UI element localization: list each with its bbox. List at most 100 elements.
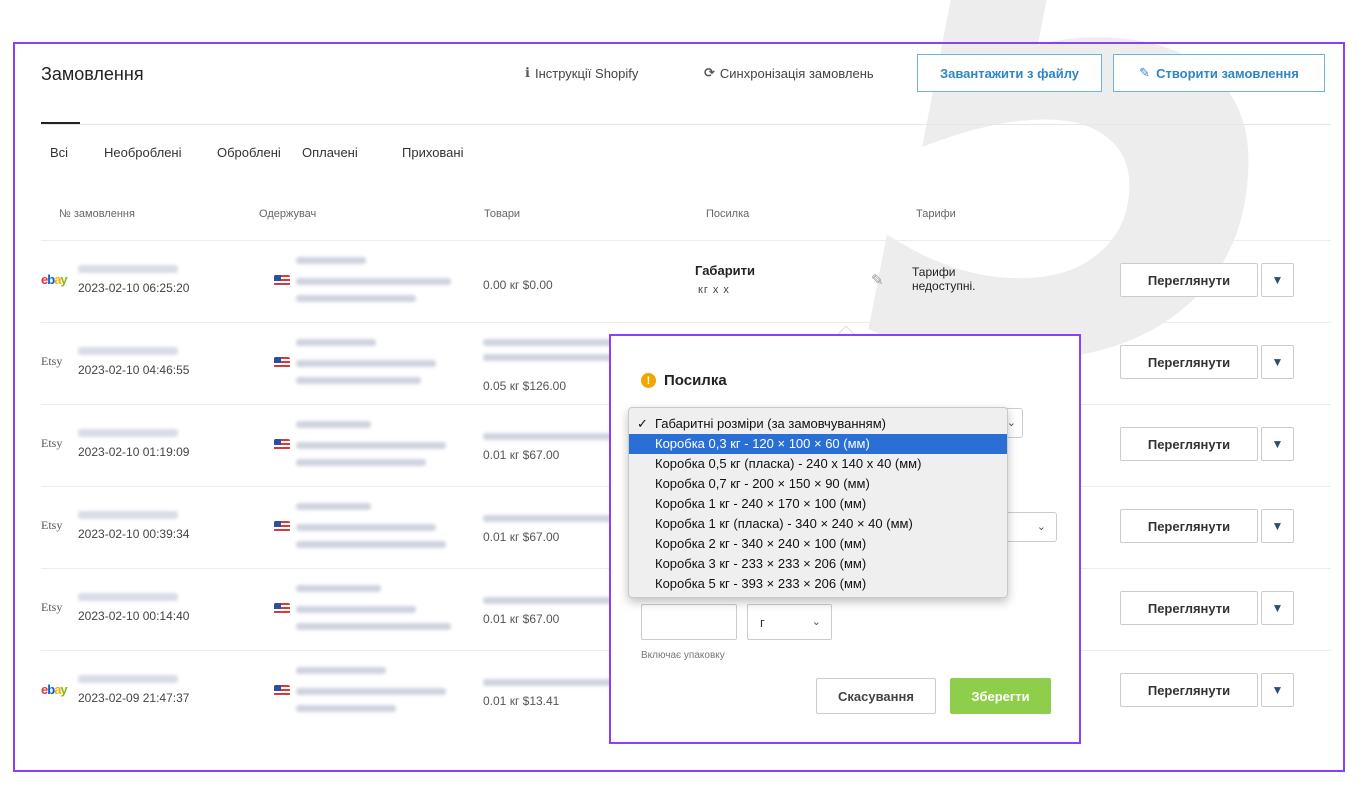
tab-paid[interactable]: Оплачені: [302, 145, 358, 160]
create-order-button[interactable]: ✎ Створити замовлення: [1113, 54, 1325, 92]
recipient-address-blurred: [296, 688, 446, 695]
column-header-parcel: Посилка: [706, 208, 750, 220]
tab-all[interactable]: Всі: [50, 145, 68, 160]
dropdown-option[interactable]: Коробка 0,5 кг (пласка) - 240 х 140 х 40…: [629, 454, 1007, 474]
recipient-address-blurred: [296, 442, 446, 449]
ebay-logo: ebay: [41, 682, 68, 697]
upload-from-file-button[interactable]: Завантажити з файлу: [917, 54, 1102, 92]
us-flag-icon: [274, 439, 290, 450]
dropdown-option[interactable]: Коробка 5 кг - 393 × 233 × 206 (мм): [629, 574, 1007, 594]
chevron-down-icon[interactable]: ▼: [1261, 673, 1294, 707]
weight-input[interactable]: [641, 604, 737, 640]
recipient-address-blurred: [296, 606, 416, 613]
order-date: 2023-02-10 00:14:40: [78, 609, 190, 623]
etsy-logo: Etsy: [41, 518, 63, 532]
dropdown-option[interactable]: Коробка 1 кг - 240 × 170 × 100 (мм): [629, 494, 1007, 514]
recipient-address-blurred: [296, 541, 446, 548]
upload-from-file-label: Завантажити з файлу: [939, 65, 1080, 81]
parcel-units: кг х х: [698, 284, 730, 296]
goods-title-blurred: [483, 339, 613, 346]
chevron-down-icon[interactable]: ▼: [1261, 345, 1294, 379]
active-tab-indicator: [41, 122, 80, 124]
popover-title: ! Посилка: [641, 372, 727, 389]
chevron-down-icon: ⌄: [811, 616, 821, 628]
popover-title-label: Посилка: [664, 372, 727, 389]
pencil-icon[interactable]: ✎: [871, 271, 884, 289]
weight-unit-value: г: [760, 615, 765, 630]
dropdown-option[interactable]: Коробка 1 кг (пласка) - 340 × 240 × 40 (…: [629, 514, 1007, 534]
tariff-unavailable-text: Тарифи недоступні.: [912, 265, 976, 293]
etsy-logo: Etsy: [41, 436, 63, 450]
order-number-blurred: [78, 265, 178, 273]
column-header-tariffs: Тарифи: [916, 208, 956, 220]
dropdown-option[interactable]: Коробка 3 кг - 233 × 233 × 206 (мм): [629, 554, 1007, 574]
page-title: Замовлення: [41, 64, 144, 84]
recipient-address-blurred: [296, 459, 426, 466]
order-number-blurred: [78, 511, 178, 519]
us-flag-icon: [274, 357, 290, 368]
dropdown-option[interactable]: Коробка 0,7 кг - 200 × 150 × 90 (мм): [629, 474, 1007, 494]
goods-weight-price: 0.01 кг $67.00: [483, 530, 560, 544]
goods-title-blurred: [483, 679, 613, 686]
order-date: 2023-02-10 04:46:55: [78, 363, 190, 377]
chevron-down-icon[interactable]: ▼: [1261, 263, 1294, 297]
view-order-button[interactable]: Переглянути: [1120, 509, 1258, 543]
ebay-logo: ebay: [41, 272, 68, 287]
dropdown-option-highlighted[interactable]: Коробка 0,3 кг - 120 × 100 × 60 (мм): [629, 434, 1007, 454]
sync-icon: ⟳: [704, 65, 715, 80]
dropdown-option[interactable]: ✓ Габаритні розміри (за замовчуванням): [629, 414, 1007, 434]
order-number-blurred: [78, 429, 178, 437]
package-type-dropdown-list: ✓ Габаритні розміри (за замовчуванням) К…: [628, 407, 1008, 598]
shopify-instructions-link[interactable]: ℹ Інструкції Shopify: [525, 65, 638, 81]
order-date: 2023-02-10 00:39:34: [78, 527, 190, 541]
view-order-button[interactable]: Переглянути: [1120, 263, 1258, 297]
chevron-down-icon[interactable]: ▼: [1261, 591, 1294, 625]
view-order-button[interactable]: Переглянути: [1120, 591, 1258, 625]
shopify-instructions-label: Інструкції Shopify: [534, 65, 639, 81]
view-order-button[interactable]: Переглянути: [1120, 427, 1258, 461]
order-number-blurred: [78, 593, 178, 601]
table-row: ebay 2023-02-10 06:25:20 0.00 кг $0.00 Г…: [41, 240, 1331, 322]
recipient-address-blurred: [296, 278, 451, 285]
recipient-name-blurred: [296, 339, 376, 346]
view-order-button[interactable]: Переглянути: [1120, 673, 1258, 707]
goods-weight-price: 0.01 кг $67.00: [483, 612, 560, 626]
goods-weight-price: 0.00 кг $0.00: [483, 278, 553, 292]
recipient-name-blurred: [296, 667, 386, 674]
recipient-name-blurred: [296, 421, 371, 428]
order-date: 2023-02-10 01:19:09: [78, 445, 190, 459]
tabs-divider: [41, 124, 1331, 125]
includes-packaging-note: Включає упаковку: [641, 650, 725, 661]
parcel-dimensions-title: Габарити: [695, 263, 755, 278]
view-order-button[interactable]: Переглянути: [1120, 345, 1258, 379]
goods-weight-price: 0.05 кг $126.00: [483, 379, 567, 393]
recipient-name-blurred: [296, 503, 371, 510]
dimension-unit-select[interactable]: ⌄: [1001, 512, 1057, 542]
dropdown-option[interactable]: Коробка 2 кг - 340 × 240 × 100 (мм): [629, 534, 1007, 554]
column-header-goods: Товари: [484, 208, 521, 220]
order-date: 2023-02-09 21:47:37: [78, 691, 190, 705]
goods-weight-price: 0.01 кг $67.00: [483, 448, 560, 462]
edit-icon: ✎: [1139, 65, 1151, 80]
sync-orders-link[interactable]: ⟳ Синхронізація замовлень: [704, 65, 874, 81]
chevron-down-icon[interactable]: ▼: [1261, 509, 1294, 543]
cancel-button[interactable]: Скасування: [816, 678, 936, 714]
column-header-recipient: Одержувач: [259, 208, 317, 220]
warning-icon: !: [641, 373, 656, 388]
order-number-blurred: [78, 347, 178, 355]
recipient-address-blurred: [296, 377, 421, 384]
column-header-order: № замовлення: [59, 208, 135, 220]
tab-unprocessed[interactable]: Необроблені: [104, 145, 182, 160]
tab-processed[interactable]: Оброблені: [217, 145, 281, 160]
recipient-address-blurred: [296, 524, 436, 531]
tab-hidden[interactable]: Приховані: [402, 145, 463, 160]
recipient-name-blurred: [296, 585, 381, 592]
us-flag-icon: [274, 685, 290, 696]
save-button[interactable]: Зберегти: [950, 678, 1051, 714]
weight-unit-select[interactable]: г ⌄: [747, 604, 832, 640]
chevron-down-icon[interactable]: ▼: [1261, 427, 1294, 461]
us-flag-icon: [274, 275, 290, 286]
us-flag-icon: [274, 521, 290, 532]
recipient-address-blurred: [296, 360, 436, 367]
create-order-label: Створити замовлення: [1156, 65, 1299, 81]
